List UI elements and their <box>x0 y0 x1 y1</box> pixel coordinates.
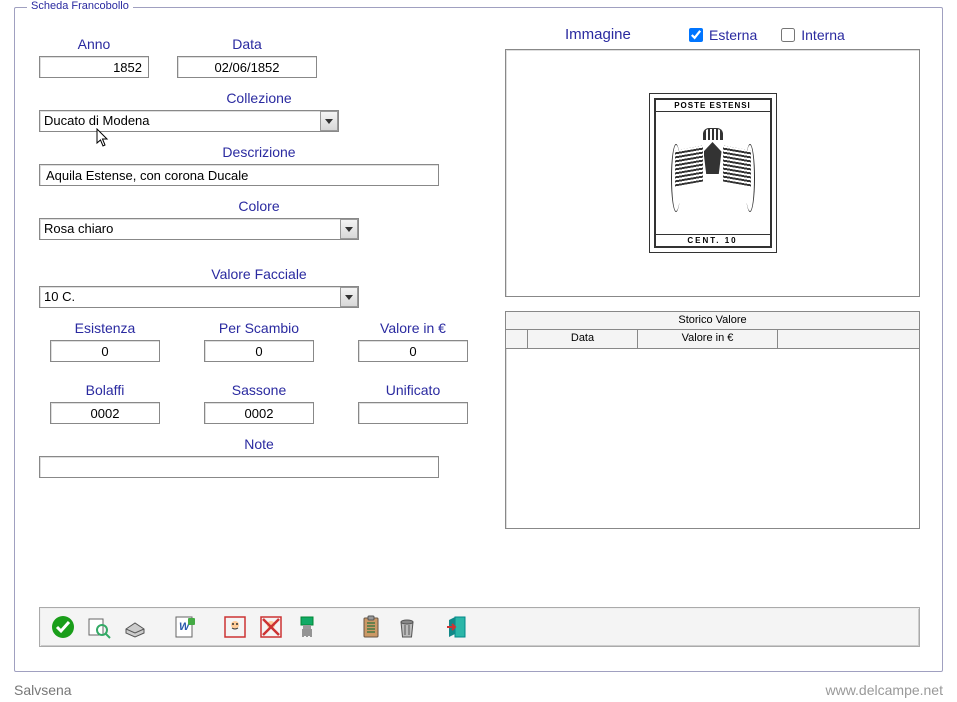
interna-checkbox[interactable]: Interna <box>781 27 845 43</box>
storico-col-data[interactable]: Data <box>528 330 638 348</box>
esterna-checkbox[interactable]: Esterna <box>689 27 757 43</box>
colore-label: Colore <box>39 198 479 214</box>
stamp-top-text: POSTE ESTENSI <box>656 100 770 112</box>
colore-value: Rosa chiaro <box>39 218 359 240</box>
sassone-input[interactable] <box>204 402 314 424</box>
storico-col-empty <box>778 330 919 348</box>
descrizione-label: Descrizione <box>39 144 479 160</box>
footer: Salvsena www.delcampe.net <box>14 682 943 698</box>
photo-button[interactable] <box>218 611 252 643</box>
bottom-toolbar: W <box>39 607 920 647</box>
esistenza-label: Esistenza <box>75 320 136 336</box>
anno-input[interactable] <box>39 56 149 78</box>
exit-button[interactable] <box>440 611 474 643</box>
collezione-label: Collezione <box>39 90 479 106</box>
data-label: Data <box>177 36 317 52</box>
stamp-image: POSTE ESTENSI CENT. 10 <box>649 93 777 253</box>
esterna-check-label: Esterna <box>709 27 757 43</box>
stamp-image-box: POSTE ESTENSI CENT. 10 <box>505 49 920 297</box>
interna-check-label: Interna <box>801 27 845 43</box>
footer-right: www.delcampe.net <box>825 682 943 698</box>
bolaffi-input[interactable] <box>50 402 160 424</box>
esistenza-input[interactable] <box>50 340 160 362</box>
confirm-button[interactable] <box>46 611 80 643</box>
esterna-check-input[interactable] <box>689 28 703 42</box>
storico-valore-table: Storico Valore Data Valore in € <box>505 311 920 529</box>
stamp-card-fieldset: Scheda Francobollo Anno Data Collezione … <box>14 7 943 672</box>
descrizione-input[interactable] <box>39 164 439 186</box>
scanner-button[interactable] <box>118 611 152 643</box>
word-export-button[interactable]: W <box>168 611 202 643</box>
chevron-down-icon[interactable] <box>340 219 358 239</box>
fieldset-legend: Scheda Francobollo <box>27 0 133 12</box>
data-input[interactable] <box>177 56 317 78</box>
eagle-icon <box>673 128 753 218</box>
valore-facciale-label: Valore Facciale <box>39 266 479 282</box>
right-pane: Immagine Esterna Interna POSTE ESTENSI <box>505 26 920 529</box>
collezione-value: Ducato di Modena <box>39 110 339 132</box>
storico-title: Storico Valore <box>506 312 919 330</box>
delete-photo-button[interactable] <box>254 611 288 643</box>
storico-col-valore[interactable]: Valore in € <box>638 330 778 348</box>
collezione-dropdown[interactable]: Ducato di Modena <box>39 110 339 132</box>
clipboard-button[interactable] <box>354 611 388 643</box>
footer-left: Salvsena <box>14 682 72 698</box>
sassone-label: Sassone <box>232 382 286 398</box>
search-button[interactable] <box>82 611 116 643</box>
per-scambio-input[interactable] <box>204 340 314 362</box>
valore-facciale-value: 10 C. <box>39 286 359 308</box>
bolaffi-label: Bolaffi <box>86 382 125 398</box>
table-corner <box>506 330 528 348</box>
interna-check-input[interactable] <box>781 28 795 42</box>
left-form-pane: Anno Data Collezione Ducato di Modena De… <box>39 36 479 478</box>
chevron-down-icon[interactable] <box>320 111 338 131</box>
chevron-down-icon[interactable] <box>340 287 358 307</box>
unificato-label: Unificato <box>386 382 440 398</box>
brush-button[interactable] <box>290 611 324 643</box>
note-label: Note <box>39 436 479 452</box>
immagine-label: Immagine <box>565 26 665 43</box>
note-input[interactable] <box>39 456 439 478</box>
valore-eur-input[interactable] <box>358 340 468 362</box>
anno-label: Anno <box>39 36 149 52</box>
per-scambio-label: Per Scambio <box>219 320 299 336</box>
trash-button[interactable] <box>390 611 424 643</box>
unificato-input[interactable] <box>358 402 468 424</box>
stamp-bottom-text: CENT. 10 <box>656 234 770 246</box>
colore-dropdown[interactable]: Rosa chiaro <box>39 218 359 240</box>
valore-facciale-dropdown[interactable]: 10 C. <box>39 286 359 308</box>
valore-eur-label: Valore in € <box>380 320 446 336</box>
